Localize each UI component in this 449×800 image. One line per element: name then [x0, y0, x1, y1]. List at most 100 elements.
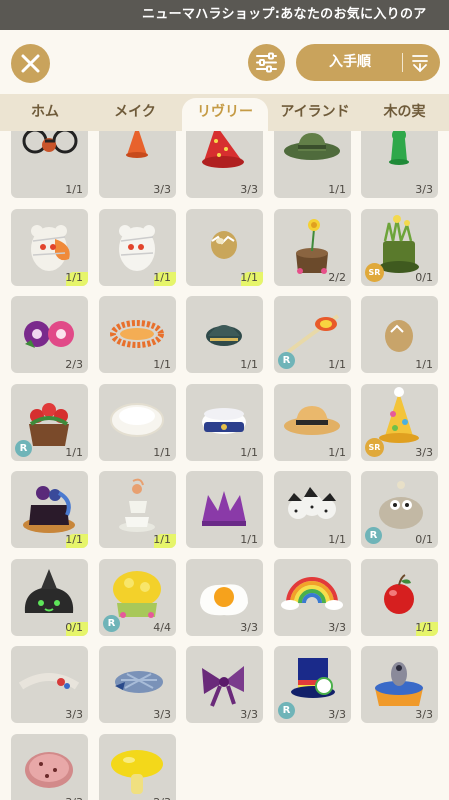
item-card-goggles[interactable]: 1/1 [11, 131, 88, 198]
item-count: 1/1 [328, 446, 346, 459]
item-card-flower-basket[interactable]: R 1/1 [11, 384, 88, 461]
item-card-black-slime[interactable]: 0/1 [11, 559, 88, 636]
sliders-icon [256, 52, 277, 73]
item-count: 1/1 [65, 271, 83, 284]
item-card-red-apple[interactable]: 1/1 [361, 559, 438, 636]
item-card-cracked-egg[interactable]: 1/1 [186, 209, 263, 286]
item-card-purple-crown[interactable]: 1/1 [186, 471, 263, 548]
item-card-lace-doily[interactable]: 1/1 [99, 384, 176, 461]
item-card-rainbow-top-hat[interactable]: R 3/3 [274, 646, 351, 723]
item-card-rainbow-cloud[interactable]: 3/3 [274, 559, 351, 636]
item-card-gold-egg[interactable]: 1/1 [361, 296, 438, 373]
item-card-red-wizard-hat[interactable]: 3/3 [186, 131, 263, 198]
item-count: 3/3 [240, 708, 258, 721]
item-count: 1/1 [65, 183, 83, 196]
item-count: 3/3 [240, 621, 258, 634]
sort-label: 入手順 [329, 54, 371, 70]
item-count: 0/1 [415, 533, 433, 546]
item-count: 3/3 [415, 183, 433, 196]
tab-makeup[interactable]: メイク [90, 94, 180, 131]
item-count: 0/1 [65, 621, 83, 634]
item-card-purple-flowers[interactable]: 2/3 [11, 296, 88, 373]
item-count: 1/1 [153, 533, 171, 546]
close-icon [21, 54, 40, 73]
item-count: 1/1 [415, 358, 433, 371]
item-grid: 1/1 3/3 3/3 1/1 3/3 1/1 1/1 1/1 2/2 SR 0/1 2/3 1/1 1/… [0, 131, 449, 800]
tab-island[interactable]: アイランド [270, 94, 360, 131]
item-card-mummy-orange[interactable]: 1/1 [11, 209, 88, 286]
item-count: 1/1 [240, 446, 258, 459]
tab-home[interactable]: ホム [0, 94, 90, 131]
item-card-yellow-flower-hat[interactable]: R 4/4 [99, 559, 176, 636]
item-count: 3/3 [328, 621, 346, 634]
rarity-badge: SR [365, 438, 384, 457]
item-count: 3/3 [65, 796, 83, 800]
item-count: 2/3 [65, 358, 83, 371]
rarity-badge: R [15, 440, 32, 457]
item-count: 1/1 [328, 183, 346, 196]
marquee-banner: ニューマハラショップ:あなたのお気に入りのア [0, 0, 449, 30]
red-cookie-icon [25, 752, 73, 788]
rarity-badge: R [278, 702, 295, 719]
item-count: 3/3 [153, 708, 171, 721]
rarity-badge: R [365, 527, 382, 544]
tab-nuts[interactable]: 木の実 [360, 94, 449, 131]
item-count: 2/3 [153, 796, 171, 800]
sort-order-icon [412, 55, 428, 73]
item-card-tea-cup-stack[interactable]: 1/1 [99, 471, 176, 548]
item-card-red-cookie[interactable]: 3/3 [11, 734, 88, 800]
item-card-grey-creature[interactable]: R 0/1 [361, 471, 438, 548]
item-card-mummy-white[interactable]: 1/1 [99, 209, 176, 286]
item-card-green-bucket-hat[interactable]: 1/1 [274, 131, 351, 198]
item-card-dark-beret[interactable]: 1/1 [186, 296, 263, 373]
item-count: 3/3 [415, 708, 433, 721]
item-card-stump-flower[interactable]: 2/2 [274, 209, 351, 286]
item-count: 1/1 [328, 358, 346, 371]
item-count: 3/3 [415, 446, 433, 459]
item-card-flame-feather[interactable]: R 1/1 [274, 296, 351, 373]
item-card-party-cone[interactable]: SR 3/3 [361, 384, 438, 461]
item-count: 1/1 [240, 271, 258, 284]
item-count: 1/1 [153, 446, 171, 459]
item-count: 3/3 [240, 183, 258, 196]
item-card-purple-ribbon[interactable]: 3/3 [186, 646, 263, 723]
item-count: 1/1 [328, 533, 346, 546]
item-count: 0/1 [415, 271, 433, 284]
item-count: 1/1 [153, 358, 171, 371]
item-card-plaid-hat[interactable]: 3/3 [99, 646, 176, 723]
item-card-green-game-piece[interactable]: 3/3 [361, 131, 438, 198]
item-card-dark-flower-cake[interactable]: 1/1 [11, 471, 88, 548]
close-button[interactable] [11, 44, 50, 83]
item-card-grass-pot[interactable]: SR 0/1 [361, 209, 438, 286]
sort-order-button[interactable]: 入手順 [296, 44, 440, 81]
item-count: 1/1 [240, 533, 258, 546]
filter-button[interactable] [248, 44, 285, 81]
rarity-badge: R [103, 615, 120, 632]
item-card-sailor-cap[interactable]: 1/1 [186, 384, 263, 461]
item-card-dog-trio[interactable]: 1/1 [274, 471, 351, 548]
top-toolbar: 入手順 [0, 30, 449, 94]
item-count: 3/3 [328, 708, 346, 721]
item-card-white-hairband[interactable]: 3/3 [11, 646, 88, 723]
yellow-mushroom-icon [111, 750, 163, 794]
item-count: 4/4 [153, 621, 171, 634]
item-card-straw-hat[interactable]: 1/1 [274, 384, 351, 461]
item-count: 1/1 [240, 358, 258, 371]
item-count: 3/3 [65, 708, 83, 721]
item-card-yellow-mushroom[interactable]: 2/3 [99, 734, 176, 800]
item-count: 1/1 [153, 271, 171, 284]
rarity-badge: SR [365, 263, 384, 282]
category-tabs: ホム メイク リヴリー アイランド 木の実 [0, 94, 449, 131]
item-card-orange-crown-pot[interactable]: 3/3 [361, 646, 438, 723]
item-card-orange-feather-ring[interactable]: 1/1 [99, 296, 176, 373]
item-count: 3/3 [153, 183, 171, 196]
item-count: 1/1 [65, 446, 83, 459]
item-count: 1/1 [65, 533, 83, 546]
tab-livly[interactable]: リヴリー [182, 98, 268, 131]
item-card-fried-egg[interactable]: 3/3 [186, 559, 263, 636]
item-count: 2/2 [328, 271, 346, 284]
rarity-badge: R [278, 352, 295, 369]
item-count: 1/1 [415, 621, 433, 634]
sort-divider [402, 53, 403, 72]
item-card-orange-cone-hat[interactable]: 3/3 [99, 131, 176, 198]
